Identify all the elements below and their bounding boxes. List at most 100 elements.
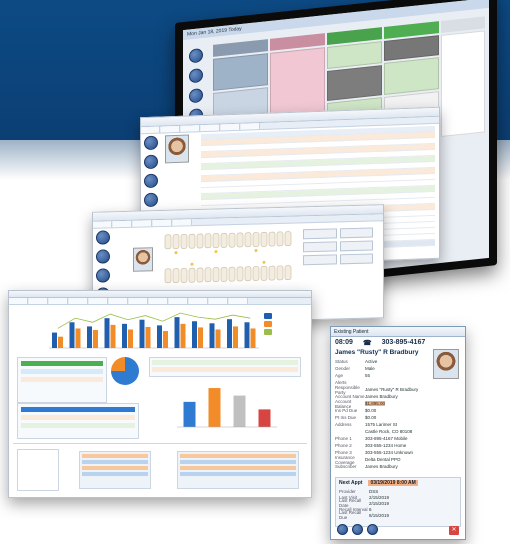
popup-title: Existing Patient bbox=[331, 327, 465, 337]
field-value: 6 bbox=[369, 506, 372, 512]
trend-line bbox=[57, 312, 251, 329]
legend-swatch bbox=[264, 329, 272, 335]
field-value: 2/15/2019 bbox=[369, 500, 390, 506]
schedule-icon[interactable] bbox=[337, 524, 348, 535]
field-value: Male bbox=[365, 366, 375, 371]
field-label: Responsible Party bbox=[335, 384, 360, 395]
field-label: Age bbox=[335, 373, 344, 378]
tab[interactable] bbox=[93, 221, 112, 228]
bar bbox=[145, 326, 151, 348]
kpi-row bbox=[180, 472, 296, 476]
chart-action-button[interactable] bbox=[303, 228, 337, 240]
patient-field: Subscriber James Bradbury bbox=[335, 463, 461, 470]
next-appt-value[interactable]: 03/19/2019 8:00 AM bbox=[368, 480, 418, 486]
close-button[interactable]: ✕ bbox=[449, 526, 459, 535]
patient-field: Account Balance $1,895.00 bbox=[335, 399, 461, 409]
stats-row bbox=[21, 423, 135, 428]
next-appt-line: Next Appt 03/19/2019 8:00 AM bbox=[336, 478, 460, 488]
nav-button-icon[interactable] bbox=[189, 87, 203, 104]
patient-field: Castle Rock, CO 80108 bbox=[335, 428, 461, 435]
appointment-block[interactable] bbox=[327, 41, 382, 69]
nav-button-icon[interactable] bbox=[96, 268, 110, 283]
call-phone: 303-895-4167 bbox=[381, 339, 426, 346]
tab[interactable] bbox=[173, 219, 192, 226]
nav-button-icon[interactable] bbox=[144, 154, 158, 170]
tab[interactable] bbox=[241, 123, 260, 130]
nav-button-icon[interactable] bbox=[189, 67, 203, 84]
bar bbox=[198, 327, 203, 348]
calendar-panel[interactable] bbox=[441, 30, 485, 137]
tab[interactable] bbox=[161, 125, 180, 133]
patient-popup: Existing Patient 08:09 ☎ 303-895-4167 Ja… bbox=[330, 326, 466, 540]
next-appt-panel: Next Appt 03/19/2019 8:00 AM Provider DSS… bbox=[335, 477, 461, 527]
summary-row bbox=[152, 367, 298, 372]
bar bbox=[209, 323, 215, 348]
tab[interactable] bbox=[149, 298, 168, 304]
nav-button-icon[interactable] bbox=[189, 47, 203, 64]
bar bbox=[250, 328, 256, 348]
bar bbox=[110, 324, 116, 348]
chart-action-button[interactable] bbox=[303, 254, 337, 266]
tab[interactable] bbox=[221, 123, 240, 131]
tab[interactable] bbox=[133, 220, 152, 227]
patient-field: Address 1575 Larimer St bbox=[335, 421, 461, 428]
field-label: Last Recall Due bbox=[339, 510, 362, 520]
appointment-block[interactable] bbox=[327, 65, 382, 101]
tab[interactable] bbox=[153, 219, 172, 227]
tab[interactable] bbox=[29, 298, 48, 304]
kpi-row bbox=[82, 454, 148, 458]
tab[interactable] bbox=[113, 220, 132, 228]
field-value: $0.00 bbox=[365, 408, 377, 413]
tab[interactable] bbox=[9, 298, 28, 304]
patient-photo bbox=[433, 349, 459, 379]
appointment-block[interactable] bbox=[384, 57, 439, 95]
tab[interactable] bbox=[109, 298, 128, 304]
teeth-diagram[interactable] bbox=[163, 227, 298, 291]
nav-button-icon[interactable] bbox=[96, 230, 110, 245]
field-value: $0.00 bbox=[365, 415, 377, 420]
nav-button-icon[interactable] bbox=[144, 135, 158, 151]
field-value: 55 bbox=[365, 373, 371, 378]
bar bbox=[52, 332, 57, 348]
phone-icon: ☎ bbox=[362, 340, 372, 347]
chart-action-button[interactable] bbox=[303, 241, 337, 253]
tab[interactable] bbox=[141, 126, 160, 134]
chart-action-button[interactable] bbox=[339, 240, 373, 252]
appt-fields: Provider DSS Last Visit 2/15/2019 Last Recal… bbox=[336, 488, 460, 521]
bar bbox=[244, 322, 250, 348]
tab[interactable] bbox=[209, 298, 228, 304]
tab[interactable] bbox=[129, 298, 148, 304]
bar bbox=[157, 325, 162, 348]
bar bbox=[163, 331, 168, 348]
field-value: James Bradbury bbox=[365, 394, 398, 399]
nav-button-icon[interactable] bbox=[144, 173, 158, 189]
tab[interactable] bbox=[49, 298, 68, 304]
call-line: 08:09 ☎ 303-895-4167 bbox=[331, 337, 465, 349]
ledger-icon[interactable] bbox=[352, 524, 363, 535]
tab[interactable] bbox=[169, 298, 188, 304]
kpi-row bbox=[82, 466, 148, 470]
nav-button-icon[interactable] bbox=[144, 192, 158, 208]
stats-panel bbox=[17, 403, 139, 439]
kpi-row bbox=[180, 466, 296, 470]
chart-action-button[interactable] bbox=[339, 253, 373, 265]
tab[interactable] bbox=[89, 298, 108, 304]
next-appt-label: Next Appt bbox=[339, 480, 363, 486]
bar bbox=[180, 323, 186, 348]
tab[interactable] bbox=[201, 124, 220, 132]
tab[interactable] bbox=[181, 125, 200, 132]
tab[interactable] bbox=[69, 298, 88, 304]
call-time: 08:09 bbox=[335, 339, 353, 346]
legend-swatch bbox=[264, 313, 272, 319]
tab[interactable] bbox=[229, 298, 248, 304]
appointment-block[interactable] bbox=[213, 53, 268, 91]
bar bbox=[58, 336, 63, 348]
chart-icon[interactable] bbox=[367, 524, 378, 535]
field-label: Provider bbox=[339, 488, 356, 494]
nav-button-icon[interactable] bbox=[96, 249, 110, 264]
chart-action-button[interactable] bbox=[339, 227, 373, 239]
bar bbox=[69, 322, 75, 348]
tab[interactable] bbox=[189, 298, 208, 304]
patient-field: Phone 1 303-895-4167 Mobile bbox=[335, 435, 461, 442]
field-value: 303-555-1234 Unknown bbox=[365, 450, 414, 455]
